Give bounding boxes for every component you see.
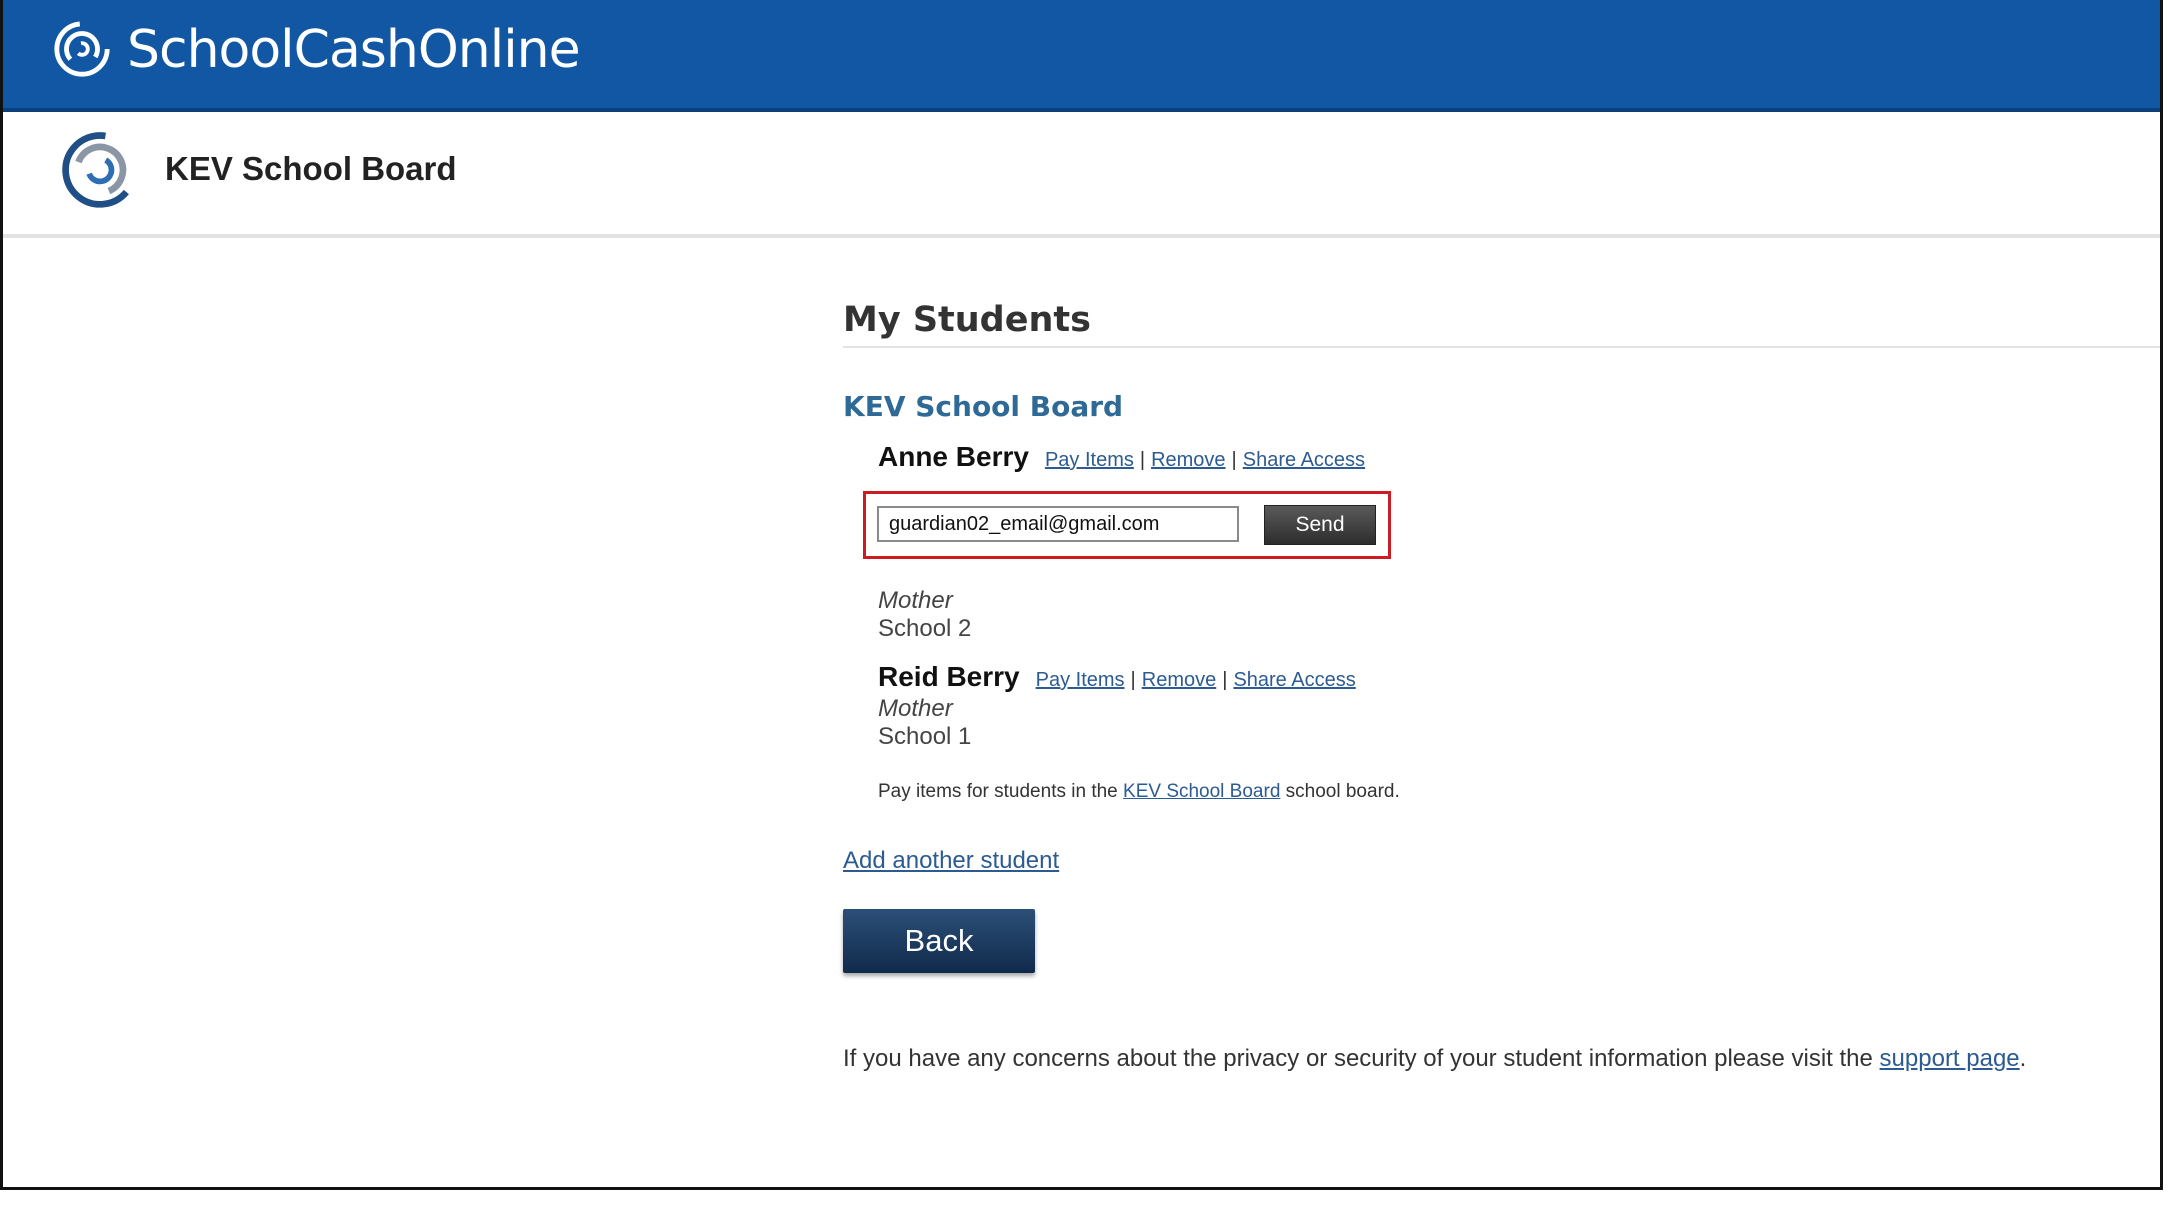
- share-access-link[interactable]: Share Access: [1233, 669, 1355, 691]
- privacy-notice: If you have any concerns about the priva…: [843, 1045, 2160, 1073]
- brand-name: SchoolCashOnline: [127, 20, 581, 80]
- student-school: School 2: [878, 615, 972, 642]
- student-anne-berry: Anne Berry Pay Items | Remove | Share Access…: [863, 441, 2160, 643]
- student-actions: Pay Items | Remove | Share Access: [1036, 669, 1356, 692]
- share-access-link[interactable]: Share Access: [1243, 449, 1365, 471]
- separator: |: [1130, 669, 1136, 691]
- remove-link[interactable]: Remove: [1142, 669, 1216, 691]
- swirl-logo-icon: [54, 21, 110, 77]
- student-relation: Mother: [878, 695, 953, 722]
- privacy-text: If you have any concerns about the priva…: [843, 1045, 1880, 1072]
- student-relation: Mother: [878, 587, 953, 614]
- student-actions: Pay Items | Remove | Share Access: [1045, 449, 1365, 472]
- share-access-form: Send: [863, 491, 1391, 559]
- pay-items-link[interactable]: Pay Items: [1045, 449, 1134, 471]
- school-board-link[interactable]: KEV School Board: [1123, 781, 1280, 802]
- page-title: My Students: [843, 300, 2160, 348]
- student-name: Reid Berry: [878, 661, 1020, 692]
- share-email-input[interactable]: [877, 506, 1239, 542]
- student-reid-berry: Reid Berry Pay Items | Remove | Share Access…: [878, 661, 2160, 803]
- privacy-text-end: .: [2019, 1045, 2027, 1072]
- remove-link[interactable]: Remove: [1151, 449, 1225, 471]
- org-name: KEV School Board: [165, 150, 457, 187]
- org-bar: KEV School Board: [3, 112, 2160, 238]
- student-name: Anne Berry: [878, 441, 1029, 472]
- note-text: Pay items for students in the: [878, 781, 1124, 802]
- support-page-link[interactable]: support page: [1880, 1045, 2020, 1072]
- note-text-end: school board.: [1280, 781, 1400, 802]
- board-title: KEV School Board: [843, 390, 1124, 423]
- add-another-student-link[interactable]: Add another student: [843, 847, 1059, 875]
- top-header: SchoolCashOnline: [3, 0, 2160, 112]
- separator: |: [1222, 669, 1228, 691]
- page-frame: SchoolCashOnline KEV School Board My Stu…: [0, 0, 2163, 1190]
- pay-items-note: Pay items for students in the KEV School…: [878, 781, 2160, 803]
- student-school: School 1: [878, 723, 972, 750]
- separator: |: [1139, 449, 1146, 471]
- separator: |: [1231, 449, 1237, 471]
- pay-items-link[interactable]: Pay Items: [1036, 669, 1125, 691]
- back-button[interactable]: Back: [843, 909, 1035, 973]
- send-button[interactable]: Send: [1264, 505, 1376, 545]
- school-board-logo-icon: [62, 132, 138, 208]
- main-content: My Students KEV School Board Anne Berry …: [843, 300, 2160, 1073]
